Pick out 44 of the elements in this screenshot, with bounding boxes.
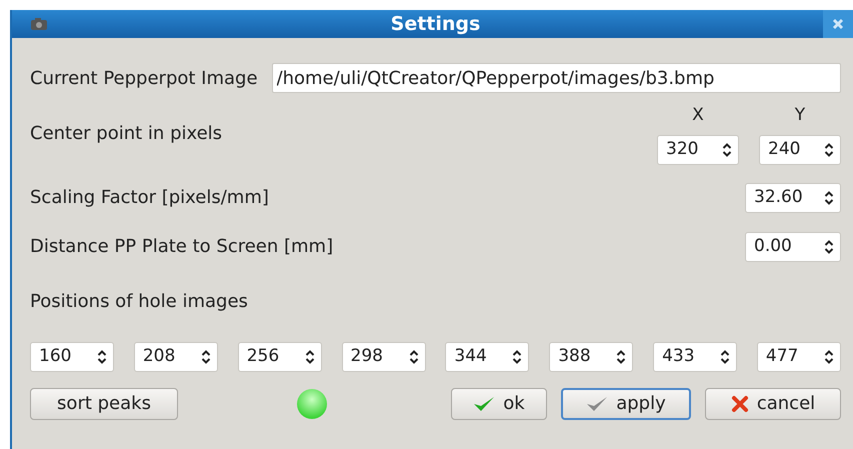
field-label: Current Pepperpot Image <box>30 66 258 90</box>
spin-arrows-icon[interactable] <box>408 348 419 364</box>
status-light-icon <box>296 388 328 420</box>
camera-icon <box>30 17 48 31</box>
spin-box[interactable]: 208 <box>134 342 218 372</box>
spin-box[interactable]: 433 <box>653 342 738 372</box>
spin-box[interactable]: 240 <box>759 134 841 164</box>
spin-arrows-icon[interactable] <box>97 348 107 364</box>
check-icon <box>473 394 496 412</box>
window-title: Settings <box>390 12 482 37</box>
spin-box[interactable]: 477 <box>756 342 841 372</box>
spin-box[interactable]: 388 <box>549 342 634 372</box>
field-label: Distance PP Plate to Screen [mm] <box>30 235 334 259</box>
cancel-button[interactable]: cancel <box>705 388 841 420</box>
ok-button[interactable]: ok <box>451 388 547 420</box>
spin-arrows-icon[interactable] <box>512 348 522 364</box>
spin-arrows-icon[interactable] <box>824 142 834 158</box>
section-label: Positions of hole images <box>30 290 249 314</box>
close-button[interactable] <box>823 10 853 38</box>
spin-arrows-icon[interactable] <box>824 190 834 206</box>
apply-button[interactable]: apply <box>561 388 691 420</box>
spin-box[interactable]: 0.00 <box>745 232 841 262</box>
check-icon <box>586 394 608 412</box>
spin-box[interactable]: 32.60 <box>745 182 841 212</box>
spin-arrows-icon[interactable] <box>200 348 211 364</box>
spin-box[interactable]: 320 <box>657 134 739 164</box>
spin-arrows-icon[interactable] <box>304 348 315 364</box>
column-header: Y <box>794 104 806 127</box>
spin-arrows-icon[interactable] <box>616 348 626 364</box>
sort-button[interactable]: sort peaks <box>30 388 178 420</box>
column-header: X <box>692 104 704 127</box>
spin-box[interactable]: 344 <box>445 342 530 372</box>
field-label: Scaling Factor [pixels/mm] <box>30 186 269 210</box>
spin-box[interactable]: 298 <box>342 342 426 372</box>
spin-arrows-icon[interactable] <box>824 348 834 364</box>
cross-icon <box>730 394 749 412</box>
field-label: Center point in pixels <box>30 122 222 146</box>
spin-arrows-icon[interactable] <box>722 142 732 158</box>
spin-box[interactable]: 256 <box>238 342 322 372</box>
spin-arrows-icon[interactable] <box>720 348 730 364</box>
close-icon <box>832 18 844 30</box>
spin-box[interactable]: 160 <box>30 342 114 372</box>
path-field[interactable]: /home/uli/QtCreator/QPepperpot/images/b3.bmp <box>272 63 841 93</box>
spin-arrows-icon[interactable] <box>824 238 834 254</box>
